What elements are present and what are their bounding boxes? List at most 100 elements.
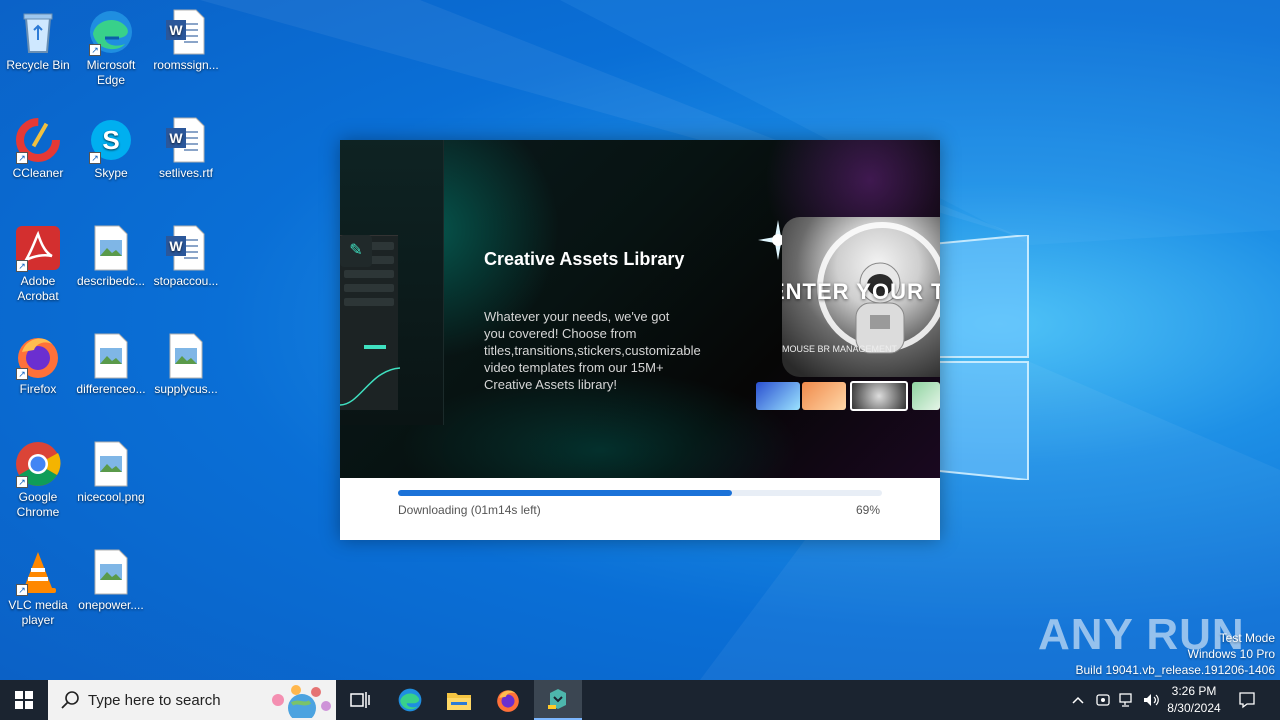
installer-app-icon	[548, 689, 566, 709]
desktop-icon-image-file[interactable]: nicecool.png	[73, 440, 149, 505]
desktop-icon-label: Microsoft Edge	[86, 58, 136, 87]
desktop-icon-image-file[interactable]: onepower....	[73, 548, 149, 613]
thumbnail	[802, 382, 846, 410]
taskbar-edge-button[interactable]	[386, 680, 434, 720]
preview-heading: ENTER YOUR T	[782, 279, 940, 304]
search-placeholder: Type here to search	[88, 691, 221, 709]
notification-icon	[1239, 692, 1255, 709]
preview-subtitle: MOUSE BR MANAGEMENT	[782, 344, 898, 354]
download-status: Downloading (01m14s left)	[398, 503, 541, 517]
banner-title: Creative Assets Library	[484, 249, 685, 269]
folder-icon	[447, 693, 471, 710]
svg-text:W: W	[169, 130, 183, 146]
image-file-icon	[87, 224, 135, 272]
desktop-icon-skype[interactable]: S ↗ Skype	[73, 116, 149, 181]
search-highlight-icon	[272, 685, 331, 718]
shortcut-arrow-icon: ↗	[16, 476, 28, 488]
desktop-icon-adobe-acrobat[interactable]: ↗ Adobe Acrobat	[0, 224, 76, 304]
desktop-icon-firefox[interactable]: ↗ Firefox	[0, 332, 76, 397]
thumbnail-selected	[850, 381, 908, 411]
desktop-icon-label: Google Chrome	[16, 490, 60, 519]
desktop-icon-label: VLC media player	[8, 598, 68, 627]
image-file-icon	[162, 332, 210, 380]
editor-preview-accent	[364, 345, 386, 349]
firefox-icon: ↗	[14, 332, 62, 380]
progress-bar	[398, 490, 882, 496]
taskbar-firefox-button[interactable]	[484, 680, 532, 720]
desktop-icon-label: CCleaner	[12, 166, 64, 180]
shortcut-arrow-icon: ↗	[16, 368, 28, 380]
download-progress-area: Downloading (01m14s left) 69%	[340, 478, 940, 540]
taskbar: Type here to search 3:26 PM 8/30/2024	[0, 680, 1280, 720]
start-button[interactable]	[0, 680, 48, 720]
desktop-icon-image-file[interactable]: supplycus...	[148, 332, 224, 397]
windows-build-info: Test Mode Windows 10 Pro Build 19041.vb_…	[1076, 630, 1276, 678]
clock-time: 3:26 PM	[1171, 684, 1217, 698]
desktop-icon-word-doc[interactable]: W setlives.rtf	[148, 116, 224, 181]
desktop-icon-label: Recycle Bin	[6, 58, 70, 72]
thumbnail	[912, 382, 940, 410]
test-mode-label: Test Mode	[1219, 631, 1275, 645]
desktop-icon-image-file[interactable]: differenceo...	[73, 332, 149, 397]
desktop-icon-image-file[interactable]: describedc...	[73, 224, 149, 289]
desktop-icon-vlc[interactable]: ↗ VLC media player	[0, 548, 76, 628]
desktop-icon-label: Firefox	[19, 382, 57, 396]
taskbar-clock[interactable]: 3:26 PM 8/30/2024	[1158, 683, 1230, 717]
desktop-icon-label: nicecool.png	[77, 490, 145, 504]
svg-text:W: W	[169, 22, 183, 38]
shortcut-arrow-icon: ↗	[16, 260, 28, 272]
vlc-cone-icon: ↗	[14, 548, 62, 596]
network-icon	[1119, 693, 1132, 707]
network-button[interactable]	[1116, 680, 1138, 720]
edge-icon: ↗	[87, 8, 135, 56]
build-label: Build 19041.vb_release.191206-1406	[1075, 663, 1276, 677]
desktop-icon-label: Adobe Acrobat	[17, 274, 59, 303]
word-document-icon: W	[162, 224, 210, 272]
download-percent: 69%	[855, 503, 880, 517]
desktop-icon-word-doc[interactable]: W roomssign...	[148, 8, 224, 73]
image-file-icon	[87, 332, 135, 380]
task-view-icon	[350, 692, 370, 708]
taskbar-file-explorer-button[interactable]	[435, 680, 483, 720]
show-hidden-icons-button[interactable]	[1066, 680, 1090, 720]
banner-description: Whatever your needs, we've got you cover…	[484, 309, 701, 392]
edge-icon	[398, 688, 422, 712]
desktop-icon-label: Skype	[94, 166, 128, 180]
progress-bar-fill	[398, 490, 732, 496]
desktop-icon-microsoft-edge[interactable]: ↗ Microsoft Edge	[73, 8, 149, 88]
search-icon	[61, 691, 79, 709]
action-center-button[interactable]	[1232, 680, 1262, 720]
pen-icon: ✎	[340, 235, 372, 267]
taskbar-search-box[interactable]: Type here to search	[48, 680, 336, 720]
image-file-icon	[87, 440, 135, 488]
desktop-icon-google-chrome[interactable]: ↗ Google Chrome	[0, 440, 76, 520]
thumbnail	[756, 382, 800, 410]
tray-app-button[interactable]	[1092, 680, 1114, 720]
svg-text:S: S	[102, 125, 119, 155]
word-document-icon: W	[162, 116, 210, 164]
tray-app-icon	[1096, 694, 1110, 706]
desktop-icon-label: describedc...	[76, 274, 146, 288]
recycle-bin-icon	[14, 8, 62, 56]
windows-edition-label: Windows 10 Pro	[1187, 647, 1275, 661]
desktop-icon-label: onepower....	[78, 598, 144, 612]
desktop-icon-ccleaner[interactable]: ↗ CCleaner	[0, 116, 76, 181]
curve-graphic	[340, 367, 401, 406]
desktop-icon-label: supplycus...	[154, 382, 218, 396]
desktop-icon-label: roomssign...	[153, 58, 219, 72]
desktop-icon-word-doc[interactable]: W stopaccou...	[148, 224, 224, 289]
chevron-up-icon	[1072, 696, 1084, 704]
desktop-icon-label: stopaccou...	[153, 274, 219, 288]
desktop-icon-label: differenceo...	[76, 382, 146, 396]
installer-window: ✎ Creative Assets Library Whatever your …	[340, 140, 940, 540]
desktop-icon-recycle-bin[interactable]: Recycle Bin	[0, 8, 76, 73]
adobe-acrobat-icon: ↗	[14, 224, 62, 272]
shortcut-arrow-icon: ↗	[16, 152, 28, 164]
svg-text:W: W	[169, 238, 183, 254]
chrome-icon: ↗	[14, 440, 62, 488]
skype-icon: S ↗	[87, 116, 135, 164]
taskbar-installer-button[interactable]	[534, 680, 582, 720]
task-view-button[interactable]	[336, 680, 384, 720]
clock-date: 8/30/2024	[1167, 701, 1221, 715]
word-document-icon: W	[162, 8, 210, 56]
